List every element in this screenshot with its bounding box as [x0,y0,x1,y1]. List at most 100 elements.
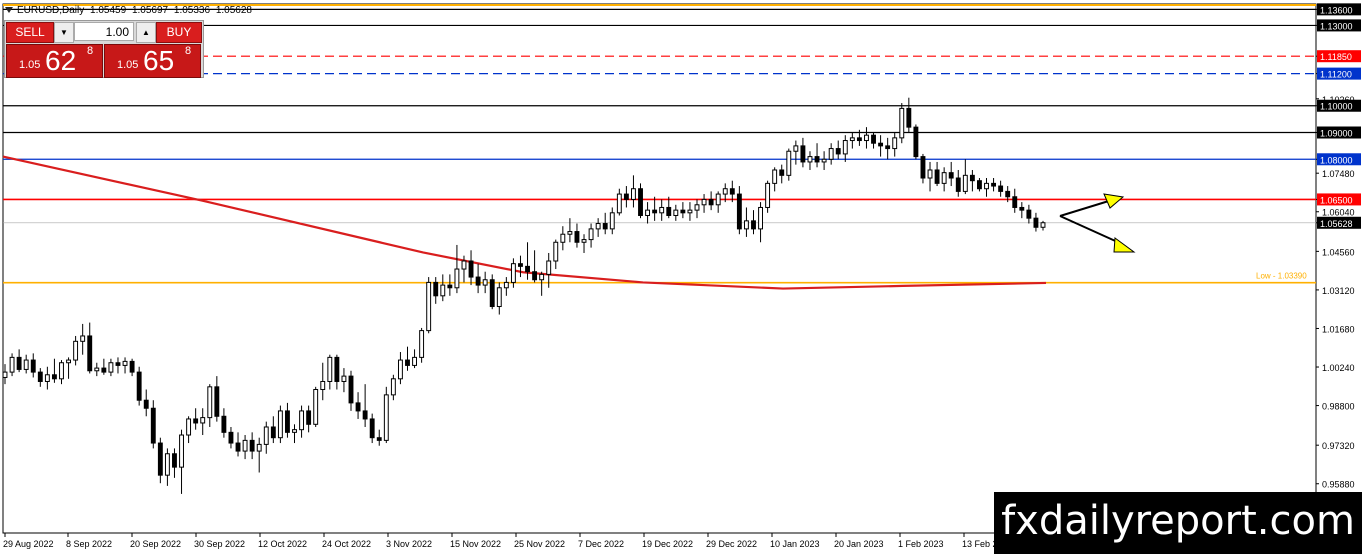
menu-triangle-icon[interactable] [5,7,13,13]
candle-body [652,209,658,214]
candle-body [899,107,905,139]
candle-body [510,263,516,283]
candle-body [256,443,262,452]
one-click-trading-panel: SELL ▼ 1.00 ▲ BUY 1.05 62 8 1.05 65 8 [4,20,204,78]
volume-up-icon[interactable]: ▲ [136,22,156,43]
buy-price-prefix: 1.05 [117,59,139,71]
candle-body [708,198,714,206]
candle-body [150,407,156,444]
candle-body [687,209,693,214]
candle-body [934,169,940,184]
x-tick-label: 1 Feb 2023 [898,539,944,549]
price-level-label: 1.10000 [1320,102,1353,112]
x-tick-label: 12 Oct 2022 [258,539,307,549]
down-arrow-head [1113,237,1136,253]
candle-body [680,209,686,214]
candle-body [157,442,163,476]
candle-body [765,182,771,208]
candle-body [864,134,869,142]
candle-body [546,260,552,275]
x-tick-label: 29 Dec 2022 [706,539,757,549]
sell-price-box[interactable]: 1.05 62 8 [6,44,103,78]
candle-body [991,182,997,187]
candle-body [631,188,636,200]
sell-button[interactable]: SELL [6,22,54,43]
candle-body [729,188,735,195]
chart-window[interactable]: 1.136001.130001.118501.112001.102601.100… [0,0,1362,554]
candle-body [390,378,396,396]
candle-body [595,223,601,230]
candle-body [977,180,982,190]
candle-body [320,380,326,391]
candle-body [673,209,679,216]
candle-body [136,371,142,401]
candle-body [920,156,926,179]
candle-body [927,169,933,179]
symbol-name: EURUSD,Daily [17,5,85,16]
volume-down-icon[interactable]: ▼ [54,22,74,43]
candle-body [30,359,36,373]
candle-body [186,418,192,436]
candle-body [984,182,989,190]
volume-input[interactable]: 1.00 [74,22,134,41]
candle-body [786,150,792,176]
y-tick-label: 1.03120 [1322,286,1355,296]
price-level-label: 1.06500 [1320,195,1353,205]
x-tick-label: 20 Sep 2022 [130,539,181,549]
plot-frame [2,3,1317,534]
candle-body [743,220,749,230]
price-level-label: 1.11850 [1320,52,1352,62]
candle-body [355,402,361,412]
x-tick-label: 24 Oct 2022 [322,539,371,549]
candle-body [108,362,114,373]
candle-body [574,231,580,243]
y-tick-label: 0.98800 [1322,402,1355,412]
candle-body [362,410,368,420]
x-tick-label: 15 Nov 2022 [450,539,501,549]
candle-body [94,367,100,372]
candle-body [878,142,884,147]
x-tick-label: 8 Sep 2022 [66,539,112,549]
candle-body [285,410,290,433]
y-tick-label: 0.95880 [1322,480,1355,490]
candle-body [475,276,481,286]
candle-body [638,188,643,216]
candle-body [454,268,460,289]
open-price: 1.05459 [90,5,127,16]
price-level-label: 1.13600 [1320,5,1353,15]
candle-body [59,362,64,380]
x-tick-label: 30 Sep 2022 [194,539,245,549]
candle-body [913,126,919,158]
candle-body [263,426,269,445]
candle-body [292,429,297,433]
candle-body [383,394,389,441]
candle-body [567,231,573,235]
candle-body [228,431,234,444]
candle-body [807,156,813,163]
candle-body [885,145,891,150]
candle-body [906,107,912,128]
candle-body [2,371,8,378]
candle-body [666,206,672,216]
up-arrow-shaft [1059,199,1113,217]
candle-body [588,228,594,241]
y-tick-label: 1.01680 [1322,324,1355,334]
candle-body [941,172,947,184]
candle-body [849,137,855,142]
buy-button[interactable]: BUY [156,22,202,43]
candle-body [892,137,898,150]
y-tick-label: 1.06040 [1322,208,1355,218]
up-arrow-head [1103,193,1125,209]
price-chart[interactable]: 1.136001.130001.118501.112001.102601.100… [0,0,1362,554]
candle-body [856,137,862,142]
buy-price-box[interactable]: 1.05 65 8 [104,44,201,78]
candle-body [376,437,382,441]
candle-body [37,371,43,382]
candle-body [193,418,199,424]
candle-body [616,193,622,214]
candle-body [701,198,707,206]
candle-body [143,399,149,409]
candle-body [299,410,305,431]
candle-body [122,360,128,366]
candle-body [1026,209,1032,219]
